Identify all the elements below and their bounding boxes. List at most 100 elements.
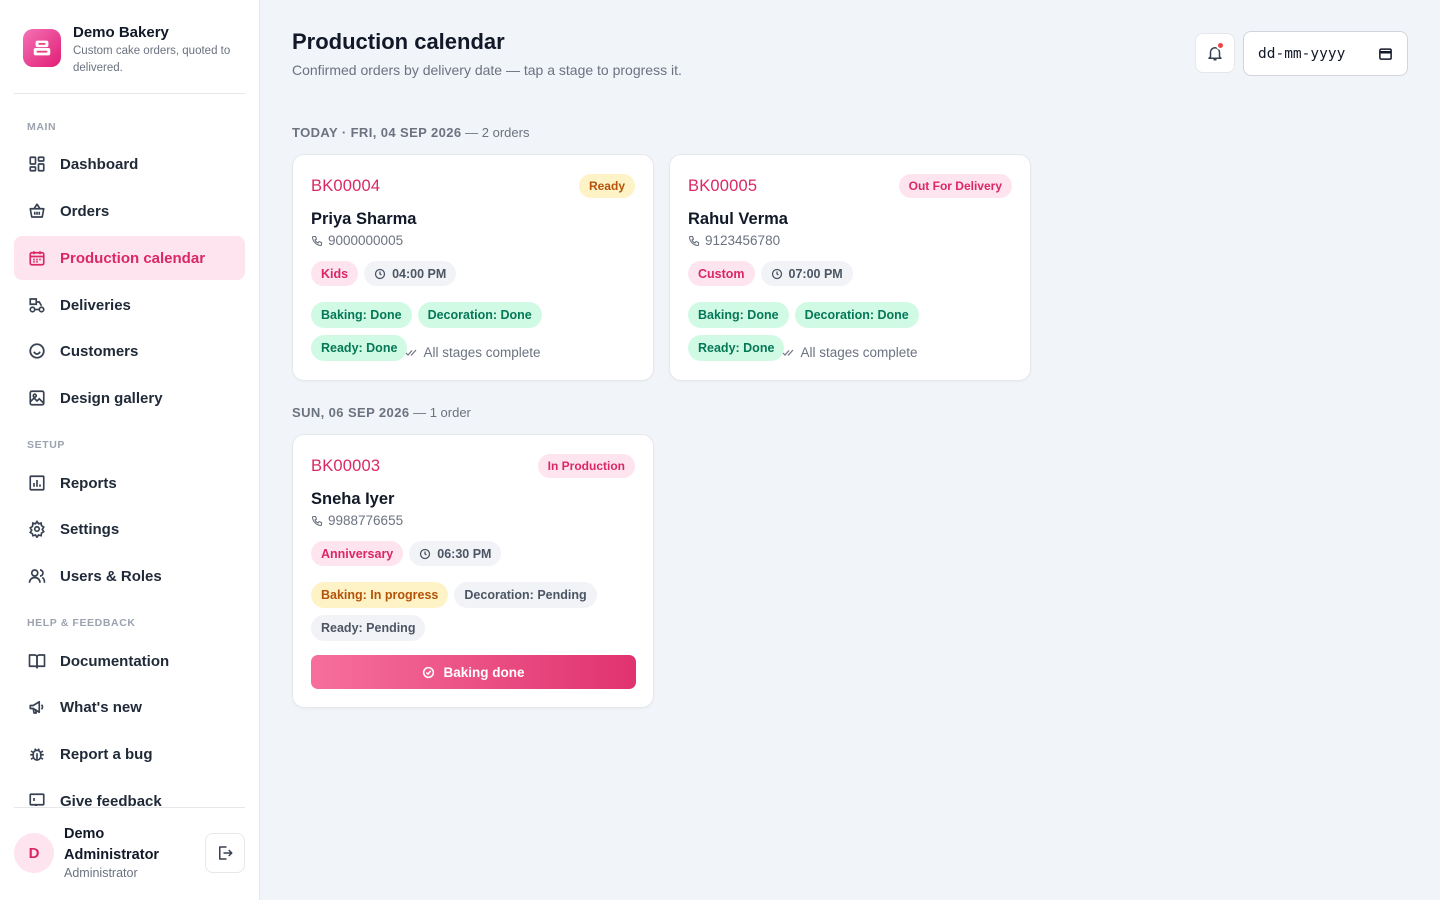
brand-header: Demo Bakery Custom cake orders, quoted t… [14,14,245,94]
sidebar-item-label: Design gallery [60,389,163,407]
category-tag: Custom [688,261,755,286]
time-tag: 06:30 PM [409,541,502,566]
date-picker-input[interactable]: dd-mm-yyyy [1243,31,1408,76]
customer-name: Rahul Verma [688,210,788,228]
status-badge: In Production [537,454,635,478]
sidebar-item-orders[interactable]: Orders [14,189,245,233]
page-title: Production calendar [292,29,505,54]
delivery-time: 04:00 PM [392,266,447,281]
sidebar-item-label: Reports [60,474,117,492]
stage-decoration[interactable]: Decoration: Done [417,302,542,328]
stage-decoration[interactable]: Decoration: Done [794,302,919,328]
sidebar-item-users-roles[interactable]: Users & Roles [14,554,245,598]
order-tags: Custom 07:00 PM [688,261,853,286]
sidebar-item-production-calendar[interactable]: Production calendar [14,236,245,280]
customer-name: Priya Sharma [311,210,417,228]
dashboard-icon [27,154,47,174]
sidebar-item-customers[interactable]: Customers [14,329,245,373]
sidebar-item-give-feedback[interactable]: Give feedback [14,779,245,806]
clock-icon [374,268,386,280]
sidebar-item-label: Dashboard [60,155,139,173]
nav-section-main: MAIN [27,121,57,133]
order-card[interactable]: BK00003 In Production Sneha Iyer 9988776… [292,434,654,708]
customer-phone: 9988776655 [311,513,403,528]
delivery-time: 06:30 PM [437,546,492,561]
calendar-icon [27,248,47,268]
stage-decoration[interactable]: Decoration: Pending [454,582,597,608]
stages-complete-note: All stages complete [670,345,1030,360]
stages-complete-note: All stages complete [293,345,653,360]
date-placeholder: dd-mm-yyyy [1258,45,1346,62]
order-card[interactable]: BK00004 Ready Priya Sharma 9000000005 Ki… [292,154,654,381]
clock-icon [771,268,783,280]
day-order-count: — 1 order [413,405,471,420]
day-header: TODAY · FRI, 04 SEP 2026 — 2 orders [292,125,529,140]
check-circle-icon [422,666,435,679]
status-badge: Out For Delivery [898,174,1012,198]
brand-tagline: Custom cake orders, quoted to delivered. [73,45,231,74]
order-id[interactable]: BK00004 [311,177,380,196]
gear-icon [27,519,47,539]
sidebar-item-dashboard[interactable]: Dashboard [14,142,245,186]
day-label: TODAY · FRI, 04 SEP 2026 [292,125,462,140]
day-order-count: — 2 orders [465,125,530,140]
phone-number: 9123456780 [705,233,781,248]
sidebar-item-label: Documentation [60,652,170,670]
sidebar-item-label: Give feedback [60,792,162,807]
nav-section-setup: SETUP [27,439,66,451]
order-id[interactable]: BK00003 [311,457,380,476]
sidebar: Demo Bakery Custom cake orders, quoted t… [0,0,260,900]
stage-ready[interactable]: Ready: Pending [311,615,426,641]
sidebar-item-label: What's new [60,698,142,716]
customer-phone: 9123456780 [688,233,780,248]
delivery-time: 07:00 PM [788,266,843,281]
category-tag: Kids [311,261,359,286]
sidebar-item-report-bug[interactable]: Report a bug [14,732,245,776]
customer-phone: 9000000005 [311,233,403,248]
complete-note-text: All stages complete [800,345,918,360]
avatar: D [14,833,54,873]
logout-button[interactable] [205,833,245,873]
day-label: SUN, 06 SEP 2026 [292,405,410,420]
sidebar-item-label: Customers [60,342,139,360]
sidebar-item-label: Orders [60,202,110,220]
stage-baking[interactable]: Baking: Done [688,302,789,328]
sidebar-item-whats-new[interactable]: What's new [14,685,245,729]
category-tag: Anniversary [311,541,404,566]
phone-number: 9000000005 [328,233,404,248]
order-tags: Kids 04:00 PM [311,261,457,286]
sidebar-item-documentation[interactable]: Documentation [14,639,245,683]
feedback-icon [27,791,47,806]
delivery-bike-icon [27,295,47,315]
stage-baking[interactable]: Baking: Done [311,302,412,328]
customer-name: Sneha Iyer [311,490,395,508]
clock-icon [419,548,431,560]
sidebar-nav: MAIN Dashboard Orders Production calenda… [0,100,259,806]
cake-logo-icon [23,29,61,67]
nav-section-help: HELP & FEEDBACK [27,617,136,629]
double-check-icon [782,347,795,358]
phone-icon [688,235,700,247]
sidebar-item-label: Report a bug [60,745,153,763]
order-id[interactable]: BK00005 [688,177,757,196]
stage-baking[interactable]: Baking: In progress [311,582,449,608]
baking-done-button[interactable]: Baking done [311,655,636,689]
sidebar-item-label: Production calendar [60,249,206,267]
user-role: Administrator [64,866,138,880]
users-icon [27,566,47,586]
sidebar-item-reports[interactable]: Reports [14,461,245,505]
sidebar-item-settings[interactable]: Settings [14,507,245,551]
bar-chart-icon [27,473,47,493]
double-check-icon [405,347,418,358]
day-header: SUN, 06 SEP 2026 — 1 order [292,405,471,420]
sidebar-item-deliveries[interactable]: Deliveries [14,283,245,327]
customers-smile-icon [27,341,47,361]
sidebar-item-label: Settings [60,520,120,538]
notifications-button[interactable] [1195,33,1235,73]
calendar-picker-icon[interactable] [1378,46,1393,61]
complete-note-text: All stages complete [423,345,541,360]
order-card[interactable]: BK00005 Out For Delivery Rahul Verma 912… [669,154,1031,381]
status-badge: Ready [578,174,635,198]
sidebar-item-design-gallery[interactable]: Design gallery [14,376,245,420]
basket-icon [27,201,47,221]
